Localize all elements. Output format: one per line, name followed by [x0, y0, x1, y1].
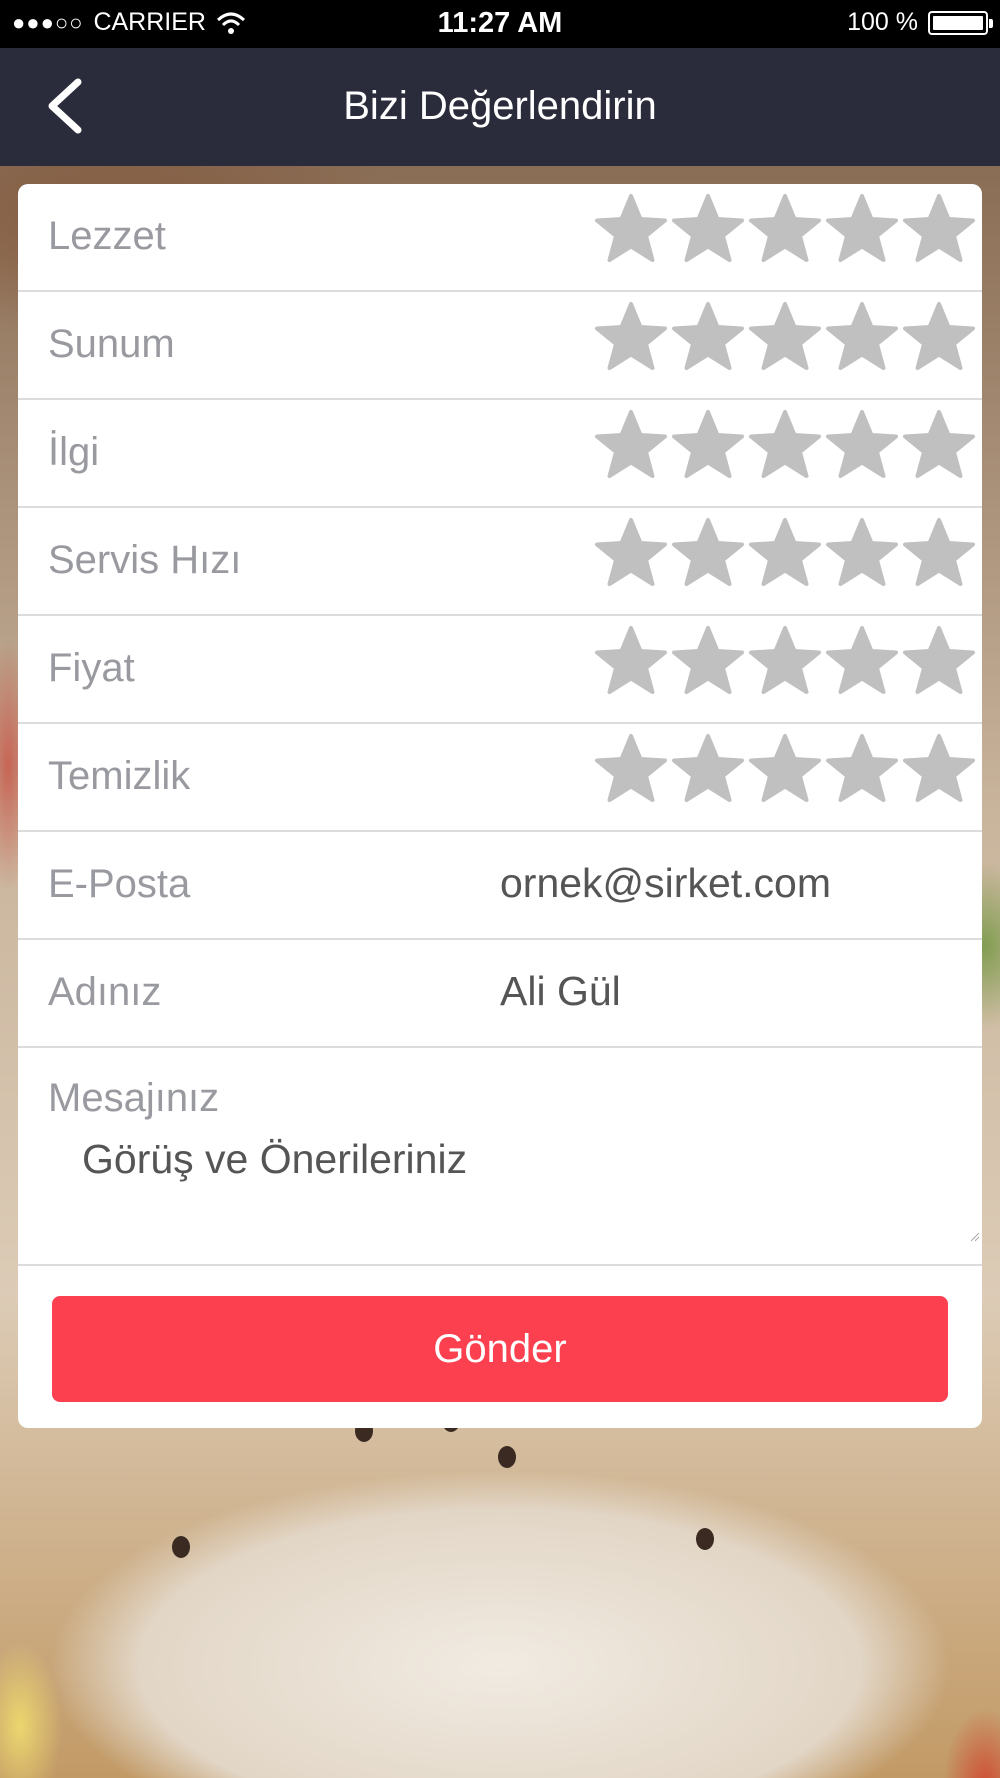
rating-form-card: Lezzet Sunum İlgi Servis Hızı Fiyat Temi…: [18, 184, 982, 1428]
battery-percent: 100 %: [847, 8, 918, 36]
star-rating: [593, 732, 977, 808]
star-icon[interactable]: [593, 192, 669, 268]
star-icon[interactable]: [901, 408, 977, 484]
star-rating: [593, 192, 977, 268]
star-icon[interactable]: [824, 300, 900, 376]
star-icon[interactable]: [593, 300, 669, 376]
star-icon[interactable]: [670, 516, 746, 592]
send-button[interactable]: Gönder: [52, 1296, 948, 1402]
star-icon[interactable]: [593, 408, 669, 484]
star-icon[interactable]: [747, 300, 823, 376]
star-icon[interactable]: [901, 300, 977, 376]
message-textarea[interactable]: Görüş ve Önerileriniz: [82, 1136, 942, 1246]
name-label: Adınız: [48, 970, 162, 1014]
star-icon[interactable]: [670, 300, 746, 376]
status-bar: ●●●○○ CARRIER 11:27 AM 100 %: [0, 0, 1000, 48]
rating-row-ilgi: İlgi: [18, 400, 982, 508]
rating-row-temizlik: Temizlik: [18, 724, 982, 832]
message-row: Mesajınız Görüş ve Önerileriniz: [18, 1048, 982, 1266]
page-title: Bizi Değerlendirin: [343, 84, 657, 128]
star-icon[interactable]: [824, 732, 900, 808]
star-icon[interactable]: [747, 732, 823, 808]
star-icon[interactable]: [747, 624, 823, 700]
email-label: E-Posta: [48, 862, 191, 906]
rating-label: Sunum: [48, 322, 175, 366]
star-icon[interactable]: [593, 732, 669, 808]
star-icon[interactable]: [747, 192, 823, 268]
seed-decoration: [498, 1446, 516, 1468]
star-icon[interactable]: [593, 624, 669, 700]
rating-label: Servis Hızı: [48, 538, 242, 582]
star-rating: [593, 300, 977, 376]
battery-icon: [928, 10, 993, 35]
email-field[interactable]: ornek@sirket.com: [500, 860, 960, 907]
seed-decoration: [172, 1536, 190, 1558]
star-icon[interactable]: [824, 516, 900, 592]
email-row: E-Posta ornek@sirket.com: [18, 832, 982, 940]
star-icon[interactable]: [670, 732, 746, 808]
star-rating: [593, 408, 977, 484]
star-rating: [593, 516, 977, 592]
star-icon[interactable]: [824, 624, 900, 700]
seed-decoration: [696, 1528, 714, 1550]
star-icon[interactable]: [670, 408, 746, 484]
star-icon[interactable]: [901, 624, 977, 700]
rating-label: İlgi: [48, 430, 100, 474]
star-icon[interactable]: [901, 732, 977, 808]
star-icon[interactable]: [824, 408, 900, 484]
rating-label: Fiyat: [48, 646, 135, 690]
name-row: Adınız Ali Gül: [18, 940, 982, 1048]
rating-row-servis-hizi: Servis Hızı: [18, 508, 982, 616]
rating-label: Temizlik: [48, 754, 191, 798]
rating-row-sunum: Sunum: [18, 292, 982, 400]
resize-grip-icon[interactable]: [968, 1230, 980, 1242]
message-label: Mesajınız: [48, 1076, 220, 1120]
star-icon[interactable]: [593, 516, 669, 592]
star-icon[interactable]: [747, 408, 823, 484]
star-rating: [593, 624, 977, 700]
navigation-bar: Bizi Değerlendirin: [0, 48, 1000, 166]
rating-row-lezzet: Lezzet: [18, 184, 982, 292]
star-icon[interactable]: [670, 192, 746, 268]
star-icon[interactable]: [670, 624, 746, 700]
star-icon[interactable]: [901, 516, 977, 592]
star-icon[interactable]: [824, 192, 900, 268]
star-icon[interactable]: [747, 516, 823, 592]
rating-label: Lezzet: [48, 214, 166, 258]
star-icon[interactable]: [901, 192, 977, 268]
name-field[interactable]: Ali Gül: [500, 968, 960, 1015]
rating-row-fiyat: Fiyat: [18, 616, 982, 724]
